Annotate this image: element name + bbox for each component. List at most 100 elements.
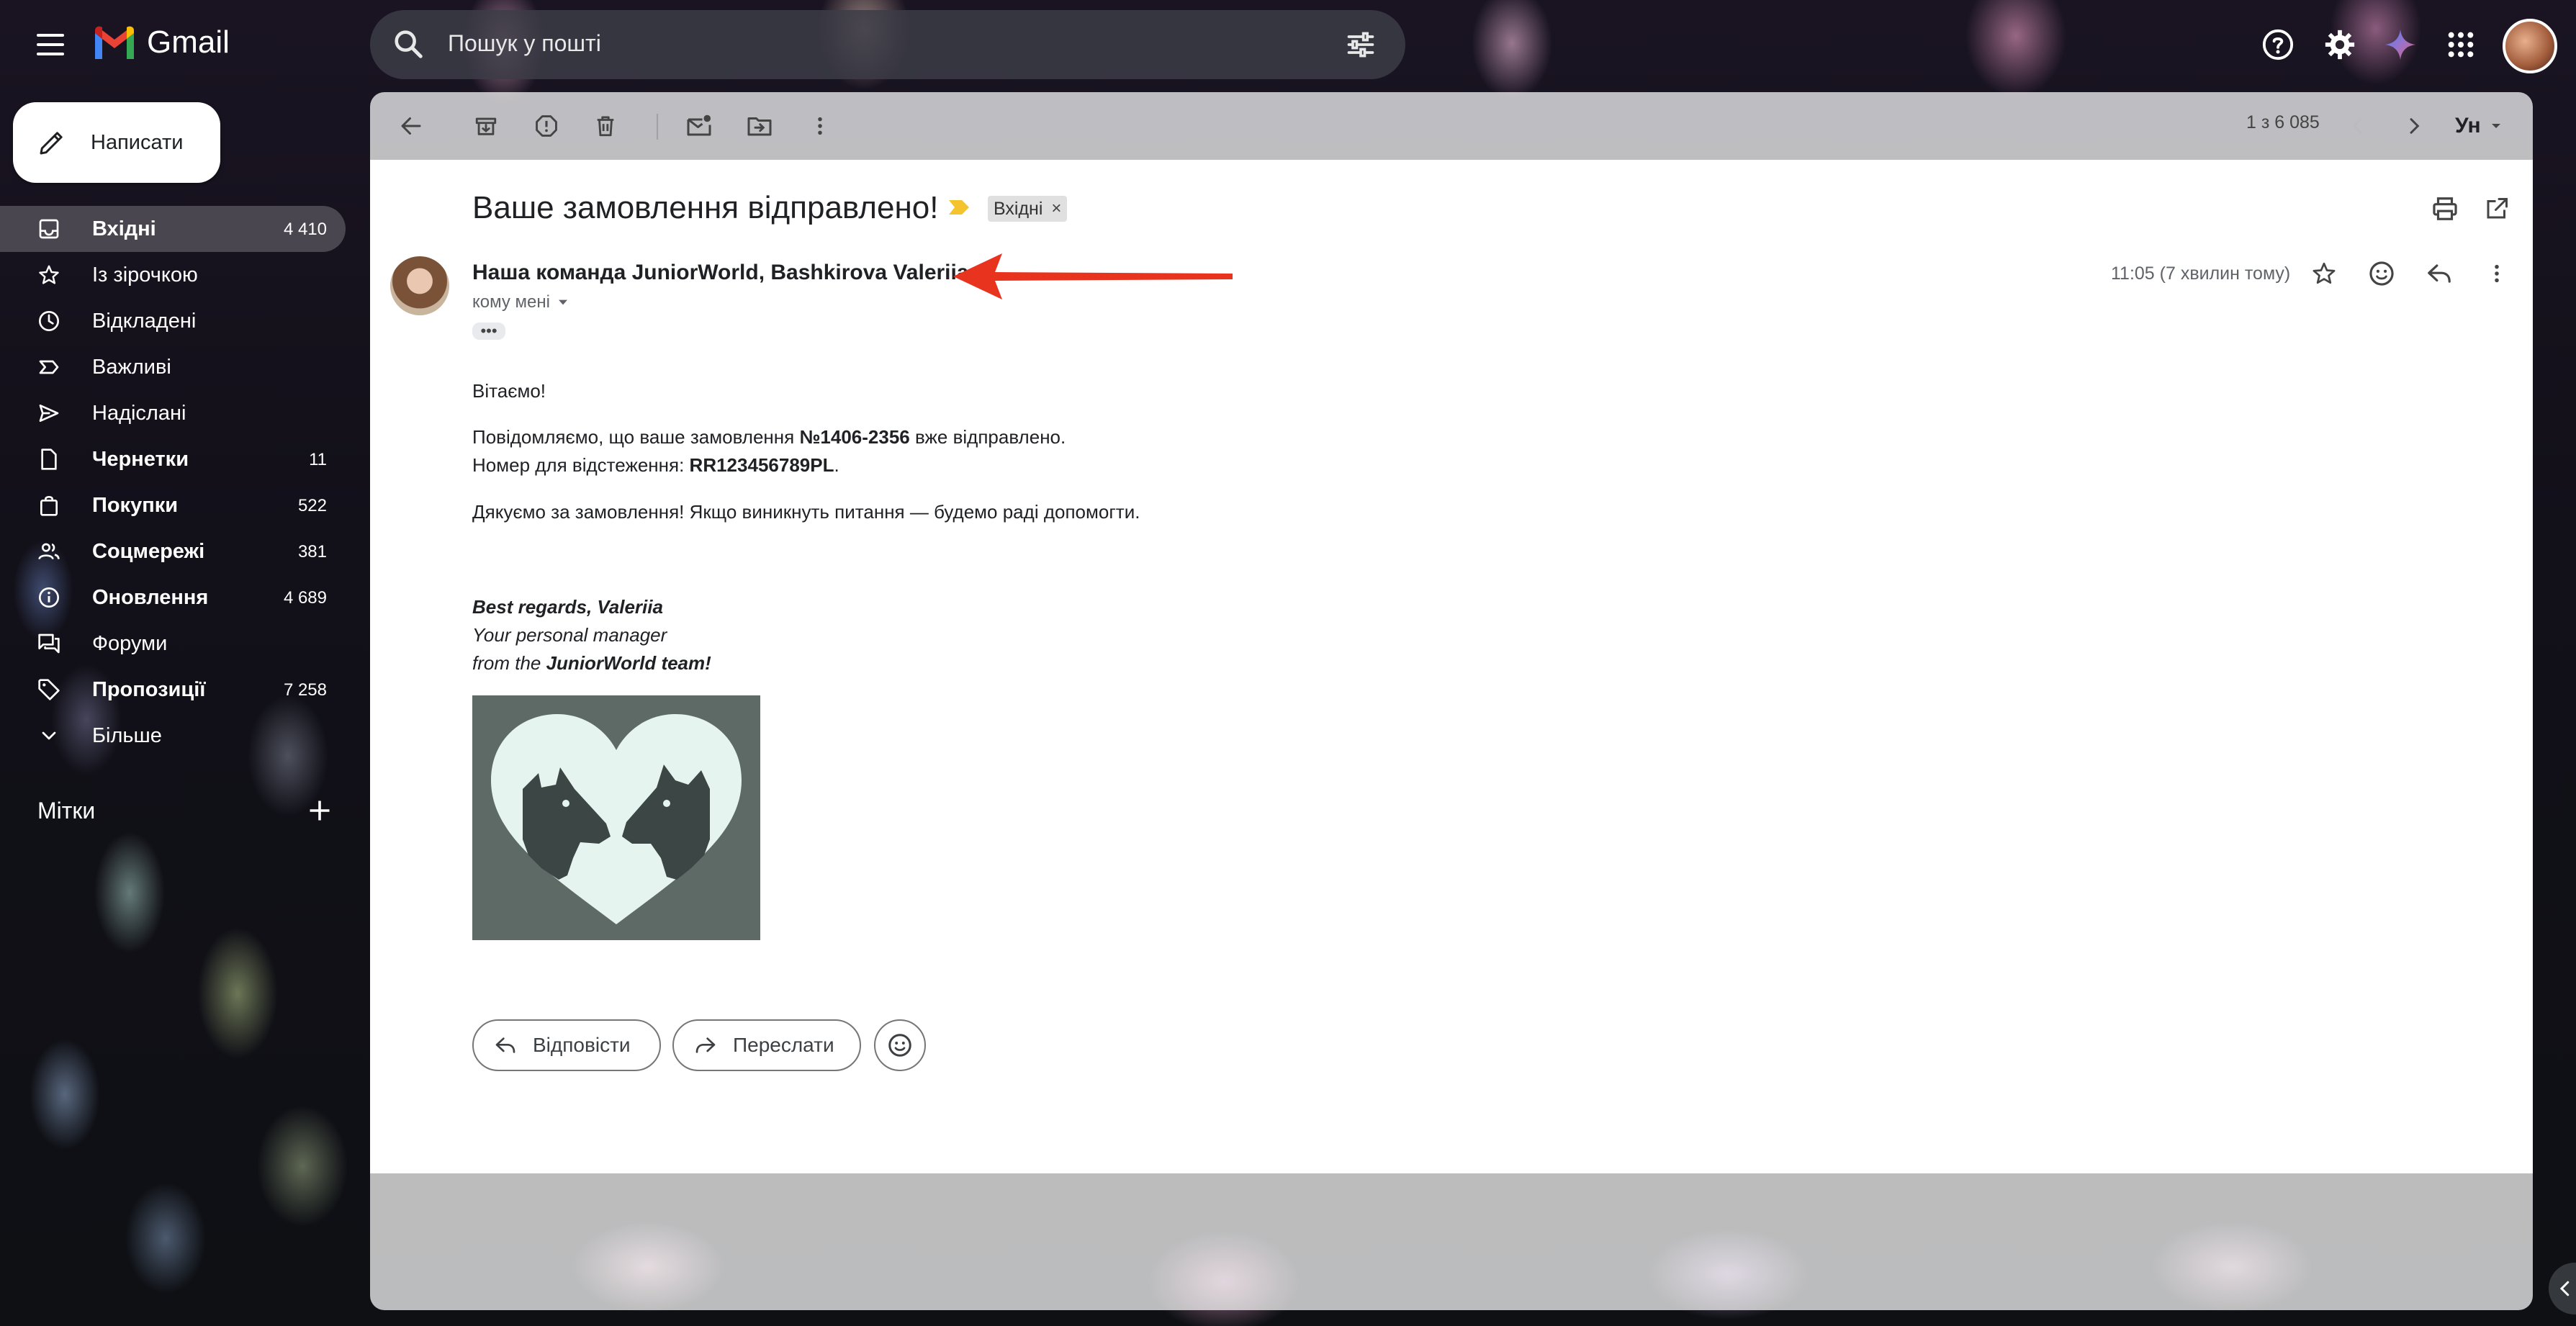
email-subject: Ваше замовлення відправлено! (472, 190, 939, 225)
forward-arrow-icon (695, 1037, 716, 1053)
compose-button[interactable]: Написати (13, 102, 220, 183)
gemini-sparkle-icon[interactable] (2377, 22, 2423, 68)
sidebar-item-snoozed[interactable]: Відкладені (0, 298, 346, 344)
signature-line-3-pre: from the (472, 652, 546, 674)
search-options-icon[interactable] (1345, 29, 1377, 60)
input-tools-button[interactable]: Ун (2455, 114, 2503, 138)
compose-label: Написати (91, 130, 184, 154)
order-number: №1406-2356 (799, 426, 910, 448)
sidebar-item-sent[interactable]: Надіслані (0, 390, 346, 436)
more-vert-icon[interactable] (802, 108, 838, 144)
sidebar-item-purchases[interactable]: Покупки 522 (0, 482, 346, 528)
gmail-logo[interactable]: Gmail (92, 24, 230, 60)
print-icon[interactable] (2429, 193, 2461, 225)
star-icon[interactable] (2308, 258, 2340, 289)
sidebar-item-label: Форуми (92, 632, 168, 655)
email-timestamp: 11:05 (7 хвилин тому) (2111, 263, 2291, 284)
forward-label: Переслати (733, 1034, 834, 1056)
reply-icon[interactable] (2423, 258, 2455, 289)
search-input[interactable]: Пошук у пошті (448, 30, 601, 57)
delete-trash-icon[interactable] (587, 108, 623, 144)
order-message: Повідомляємо, що ваше замовлення №1406-2… (472, 423, 1066, 479)
search-bar[interactable]: Пошук у пошті (370, 10, 1405, 79)
remove-label-icon[interactable]: × (1051, 196, 1061, 222)
sidebar-item-promotions[interactable]: Пропозиції 7 258 (0, 667, 346, 713)
sidebar-item-label: Пропозиції (92, 678, 206, 701)
sidebar-item-label: Оновлення (92, 586, 209, 609)
forum-icon (38, 633, 60, 654)
recipient-label: кому мені (472, 292, 550, 312)
draft-icon (41, 448, 57, 470)
label-chip-inbox[interactable]: Вхідні × (988, 196, 1068, 222)
sidebar-item-count: 381 (297, 542, 327, 561)
sidebar-item-forums[interactable]: Форуми (0, 621, 346, 667)
labels-header: Мітки (37, 798, 96, 824)
move-to-folder-icon[interactable] (742, 108, 778, 144)
back-arrow-icon[interactable] (393, 108, 429, 144)
sidebar-item-label: Відкладені (92, 310, 197, 333)
help-icon[interactable] (2255, 22, 2301, 68)
next-page-icon[interactable] (2396, 108, 2432, 144)
sidebar-item-label: Соцмережі (92, 540, 205, 563)
search-icon[interactable] (392, 27, 425, 60)
send-icon (39, 405, 59, 422)
forward-button[interactable]: Переслати (672, 1019, 861, 1071)
prev-page-icon[interactable] (2340, 108, 2376, 144)
sidebar-item-starred[interactable]: Із зірочкою (0, 252, 346, 298)
account-avatar[interactable] (2503, 19, 2557, 73)
people-icon (38, 543, 60, 560)
pencil-icon (40, 132, 63, 155)
sidebar-item-label: Покупки (92, 494, 179, 517)
sidebar-item-label: Чернетки (92, 448, 189, 471)
sidebar-item-label: Надіслані (92, 402, 186, 425)
add-reaction-icon[interactable] (2366, 258, 2397, 289)
sidebar-item-inbox[interactable]: Вхідні 4 410 (0, 206, 346, 252)
open-new-window-icon[interactable] (2481, 193, 2513, 225)
sidebar-item-social[interactable]: Соцмережі 381 (0, 528, 346, 574)
chevron-down-icon (42, 731, 56, 740)
sender-avatar[interactable] (390, 256, 449, 315)
apps-grid-icon[interactable] (2438, 22, 2484, 68)
mark-unread-icon[interactable] (681, 108, 717, 144)
archive-icon[interactable] (468, 108, 504, 144)
greeting-text: Вітаємо! (472, 380, 546, 402)
sidebar-item-more[interactable]: Більше (0, 713, 346, 759)
sidebar-item-count: 7 258 (283, 680, 327, 700)
tracking-number: RR123456789PL (689, 454, 834, 476)
heart-pets-logo-icon (491, 714, 742, 924)
gmail-wordmark: Gmail (147, 24, 230, 60)
toolbar-divider (657, 114, 658, 140)
settings-gear-icon[interactable] (2317, 22, 2363, 68)
star-icon (39, 265, 59, 284)
company-logo-image (472, 695, 760, 940)
order-line-post: вже відправлено. (909, 426, 1066, 448)
sidebar-item-count: 4 689 (283, 588, 327, 608)
sidebar-item-updates[interactable]: Оновлення 4 689 (0, 574, 346, 621)
caret-down-icon[interactable] (557, 297, 569, 308)
inbox-icon (39, 219, 59, 239)
show-trimmed-content-icon[interactable]: ••• (472, 323, 505, 340)
sidebar-item-count: 4 410 (283, 220, 327, 239)
reply-button[interactable]: Відповісти (472, 1019, 661, 1071)
sender-name[interactable]: Наша команда JuniorWorld, Bashkirova Val… (472, 261, 969, 285)
reply-arrow-icon (495, 1037, 515, 1053)
more-options-icon[interactable] (2481, 258, 2513, 289)
recipient-details[interactable]: кому мені (472, 292, 569, 312)
main-menu-icon[interactable] (29, 23, 72, 66)
sidebar-item-label: Із зірочкою (92, 263, 198, 287)
sidebar-item-label: Важливі (92, 356, 171, 379)
tracking-line-post: . (834, 454, 839, 476)
order-line-pre: Повідомляємо, що ваше замовлення (472, 426, 800, 448)
emoji-reaction-button[interactable] (874, 1019, 926, 1071)
sidebar-item-drafts[interactable]: Чернетки 11 (0, 436, 346, 482)
sidebar-item-important[interactable]: Важливі (0, 344, 346, 390)
order-line: Повідомляємо, що ваше замовлення №1406-2… (472, 423, 1066, 451)
email-signature: Best regards, Valeriia Your personal man… (472, 593, 711, 677)
smiley-icon (888, 1034, 911, 1057)
thanks-text: Дякуємо за замовлення! Якщо виникнуть пи… (472, 501, 1140, 523)
importance-marker-icon[interactable] (949, 200, 969, 215)
top-bar: Gmail Пошук у пошті (0, 0, 2576, 89)
report-spam-icon[interactable] (528, 108, 564, 144)
tag-icon (38, 679, 60, 700)
add-label-icon[interactable] (307, 798, 333, 824)
